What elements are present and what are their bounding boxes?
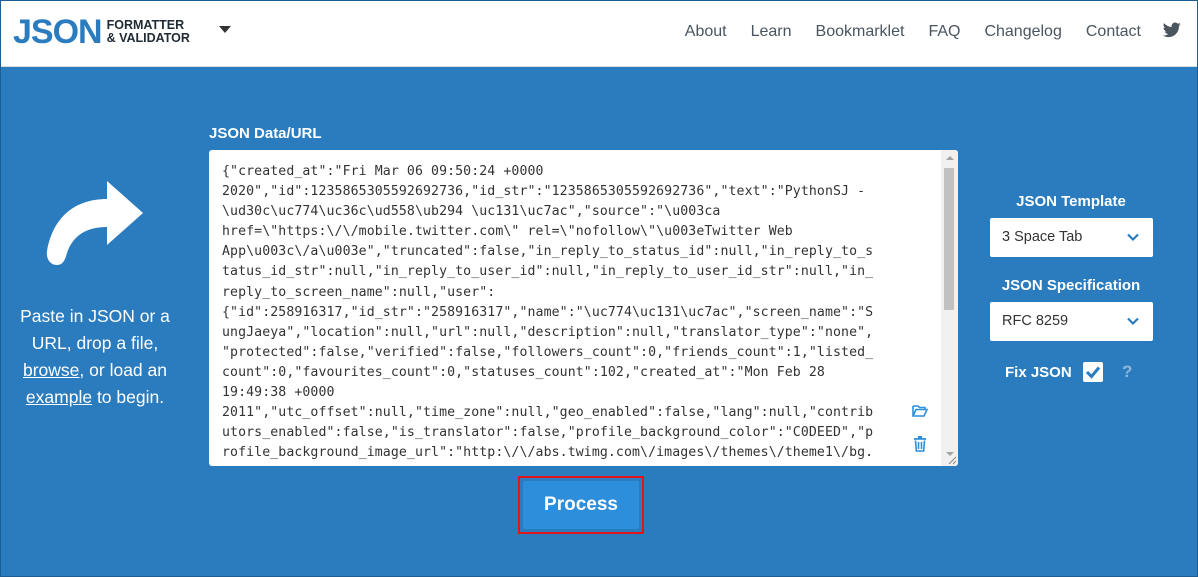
scroll-thumb[interactable] bbox=[944, 168, 954, 310]
json-template-value: 3 Space Tab bbox=[1002, 229, 1083, 245]
intro-text: Paste in JSON or a URL, drop a file, bro… bbox=[17, 303, 173, 411]
logo-line-2: & VALIDATOR bbox=[106, 31, 190, 45]
nav-contact[interactable]: Contact bbox=[1074, 21, 1153, 43]
redirect-arrow-icon bbox=[46, 181, 143, 265]
json-spec-select[interactable]: RFC 8259 bbox=[990, 302, 1153, 341]
browse-link[interactable]: browse bbox=[23, 360, 79, 380]
twitter-icon[interactable] bbox=[1163, 22, 1181, 38]
scroll-up-arrow-icon[interactable] bbox=[946, 156, 954, 160]
checkmark-icon bbox=[1085, 366, 1101, 379]
intro-text-part-2: , or load an bbox=[79, 360, 167, 380]
site-logo[interactable]: JSON FORMATTER & VALIDATOR bbox=[13, 15, 190, 49]
logo-dropdown-caret-icon[interactable] bbox=[219, 26, 231, 33]
open-folder-icon[interactable] bbox=[912, 404, 928, 417]
chevron-down-icon bbox=[1127, 317, 1139, 326]
nav-learn[interactable]: Learn bbox=[739, 21, 804, 43]
help-icon[interactable]: ? bbox=[1122, 362, 1132, 382]
logo-subtitle: FORMATTER & VALIDATOR bbox=[107, 19, 190, 45]
logo-json-text: JSON bbox=[13, 13, 103, 51]
top-bar: JSON FORMATTER & VALIDATOR About Learn B… bbox=[1, 1, 1197, 67]
process-button[interactable]: Process bbox=[523, 481, 639, 529]
json-template-label: JSON Template bbox=[1016, 193, 1126, 210]
chevron-down-icon bbox=[1127, 233, 1139, 242]
main-nav: About Learn Bookmarklet FAQ Changelog Co… bbox=[673, 21, 1153, 43]
nav-changelog[interactable]: Changelog bbox=[972, 21, 1073, 43]
json-template-select[interactable]: 3 Space Tab bbox=[990, 218, 1153, 257]
json-spec-label: JSON Specification bbox=[1001, 277, 1141, 294]
fix-json-label: Fix JSON bbox=[1005, 364, 1072, 381]
intro-text-part-3: to begin. bbox=[92, 387, 165, 407]
json-data-label: JSON Data/URL bbox=[209, 125, 322, 142]
fix-json-checkbox[interactable] bbox=[1083, 362, 1103, 382]
editor-scrollbar[interactable] bbox=[941, 150, 958, 466]
intro-text-part-1: Paste in JSON or a URL, drop a file, bbox=[20, 306, 170, 353]
example-link[interactable]: example bbox=[26, 387, 92, 407]
nav-bookmarklet[interactable]: Bookmarklet bbox=[804, 21, 917, 43]
nav-faq[interactable]: FAQ bbox=[916, 21, 972, 43]
json-data-content[interactable]: {"created_at":"Fri Mar 06 09:50:24 +0000… bbox=[222, 162, 928, 463]
json-spec-value: RFC 8259 bbox=[1002, 313, 1069, 329]
nav-about[interactable]: About bbox=[673, 21, 739, 43]
trash-icon[interactable] bbox=[914, 436, 926, 452]
resize-grip-icon[interactable] bbox=[947, 455, 957, 465]
json-data-textarea[interactable]: {"created_at":"Fri Mar 06 09:50:24 +0000… bbox=[209, 150, 958, 466]
